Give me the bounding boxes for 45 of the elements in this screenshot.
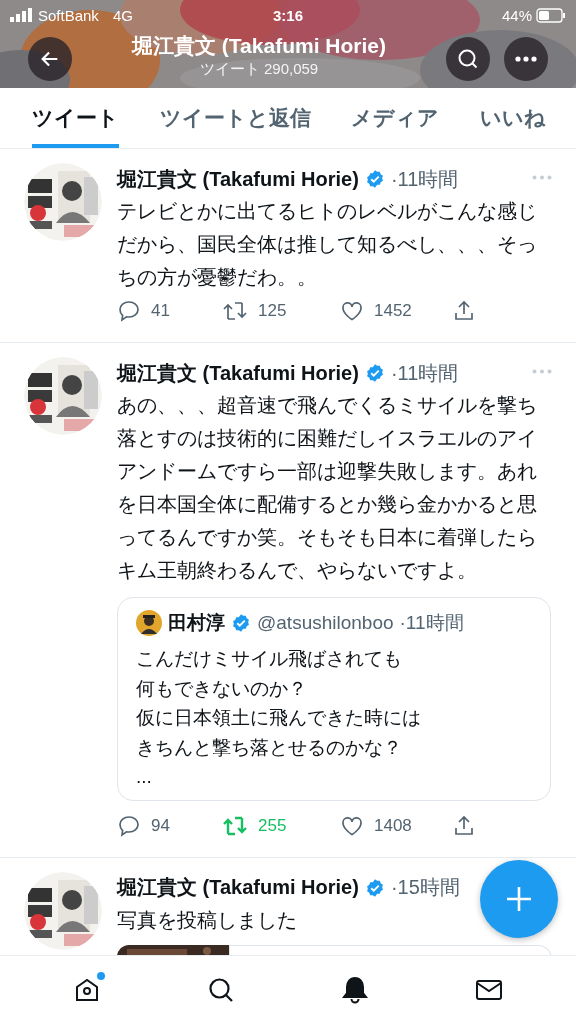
network-type: 4G — [112, 6, 133, 24]
tweet-time: ·15時間 — [390, 875, 460, 900]
like-count: 1408 — [374, 815, 412, 836]
reply-icon[interactable] — [117, 813, 141, 838]
tab[interactable]: いいね — [479, 88, 546, 148]
reply-count: 41 — [151, 301, 170, 321]
tweet-text: 写真を投稿しました — [117, 907, 298, 933]
tweet-text: あの、、、超音速で飛んでくるミサイルを撃ち落とすのは技術的に困難だしイスラエルのアイアンドームですら一部は迎撃失敗します。あれを日本国全体に配備するとか幾ら金かかると思ってるんですか笑。そもそも日本に着弾したらキム王朝終わるんで、やらないですよ。 — [117, 393, 538, 583]
tweet-time: ·11時間 — [399, 611, 464, 635]
tweet-time: ·11時間 — [390, 360, 459, 386]
search-icon — [207, 976, 235, 1004]
tab[interactable]: メディア — [351, 88, 440, 148]
author-name: 堀江貴文 (Takafumi Horie) — [117, 166, 359, 192]
author-name: 堀江貴文 (Takafumi Horie) — [117, 875, 359, 900]
author-name: 堀江貴文 (Takafumi Horie) — [117, 360, 359, 386]
signal-icon — [10, 8, 32, 22]
search-icon — [456, 47, 480, 71]
reply-icon[interactable] — [117, 299, 141, 323]
retweet-count: 125 — [258, 301, 287, 321]
battery-percent: 44% — [501, 6, 532, 24]
profile-name: 堀江貴文 (Takafumi Horie) — [132, 32, 386, 59]
carrier-name: SoftBank — [38, 6, 99, 24]
author-handle: @atsushilonboo — [257, 612, 394, 634]
tweet-count: ツイート 290,059 — [199, 59, 319, 79]
tweet-text: テレビとかに出てるヒトのレベルがこんな感じだから、国民全体は推して知るべし、、、そっちの方が憂鬱だわ。。 — [117, 199, 538, 290]
like-count: 1452 — [374, 301, 412, 321]
compose-button[interactable] — [480, 860, 558, 938]
plus-icon — [506, 886, 532, 912]
tweet-time: ·11時間 — [390, 166, 459, 192]
author-name: 田村淳 — [168, 611, 225, 635]
tab[interactable]: ツイート — [32, 88, 119, 148]
quoted-tweet-text: こんだけミサイル飛ばされても 何もできないのか？ 仮に日本領土に飛んできた時には きちんと撃ち落とせるのかな？ ... — [136, 647, 422, 789]
share-icon[interactable] — [452, 813, 476, 838]
clock-time: 3:16 — [273, 6, 303, 24]
heart-icon[interactable] — [340, 299, 364, 323]
bell-icon — [341, 976, 369, 1004]
tab[interactable]: ツイートと返信 — [159, 88, 311, 148]
quoted-tweet-card[interactable]: 田村淳 @atsushilonboo ·11時間 こんだけミサイル飛ばされても 何もできないのか？ 仮に日本領土に飛んできた時には きちんと撃ち落とせるのかな？ ... — [117, 597, 551, 801]
share-icon[interactable] — [452, 299, 476, 323]
reply-count: 94 — [151, 815, 170, 836]
retweet-icon[interactable] — [222, 299, 248, 323]
battery-icon — [536, 7, 566, 23]
home-icon — [73, 976, 101, 1004]
more-icon — [515, 56, 537, 62]
retweet-count: 255 — [258, 815, 287, 836]
